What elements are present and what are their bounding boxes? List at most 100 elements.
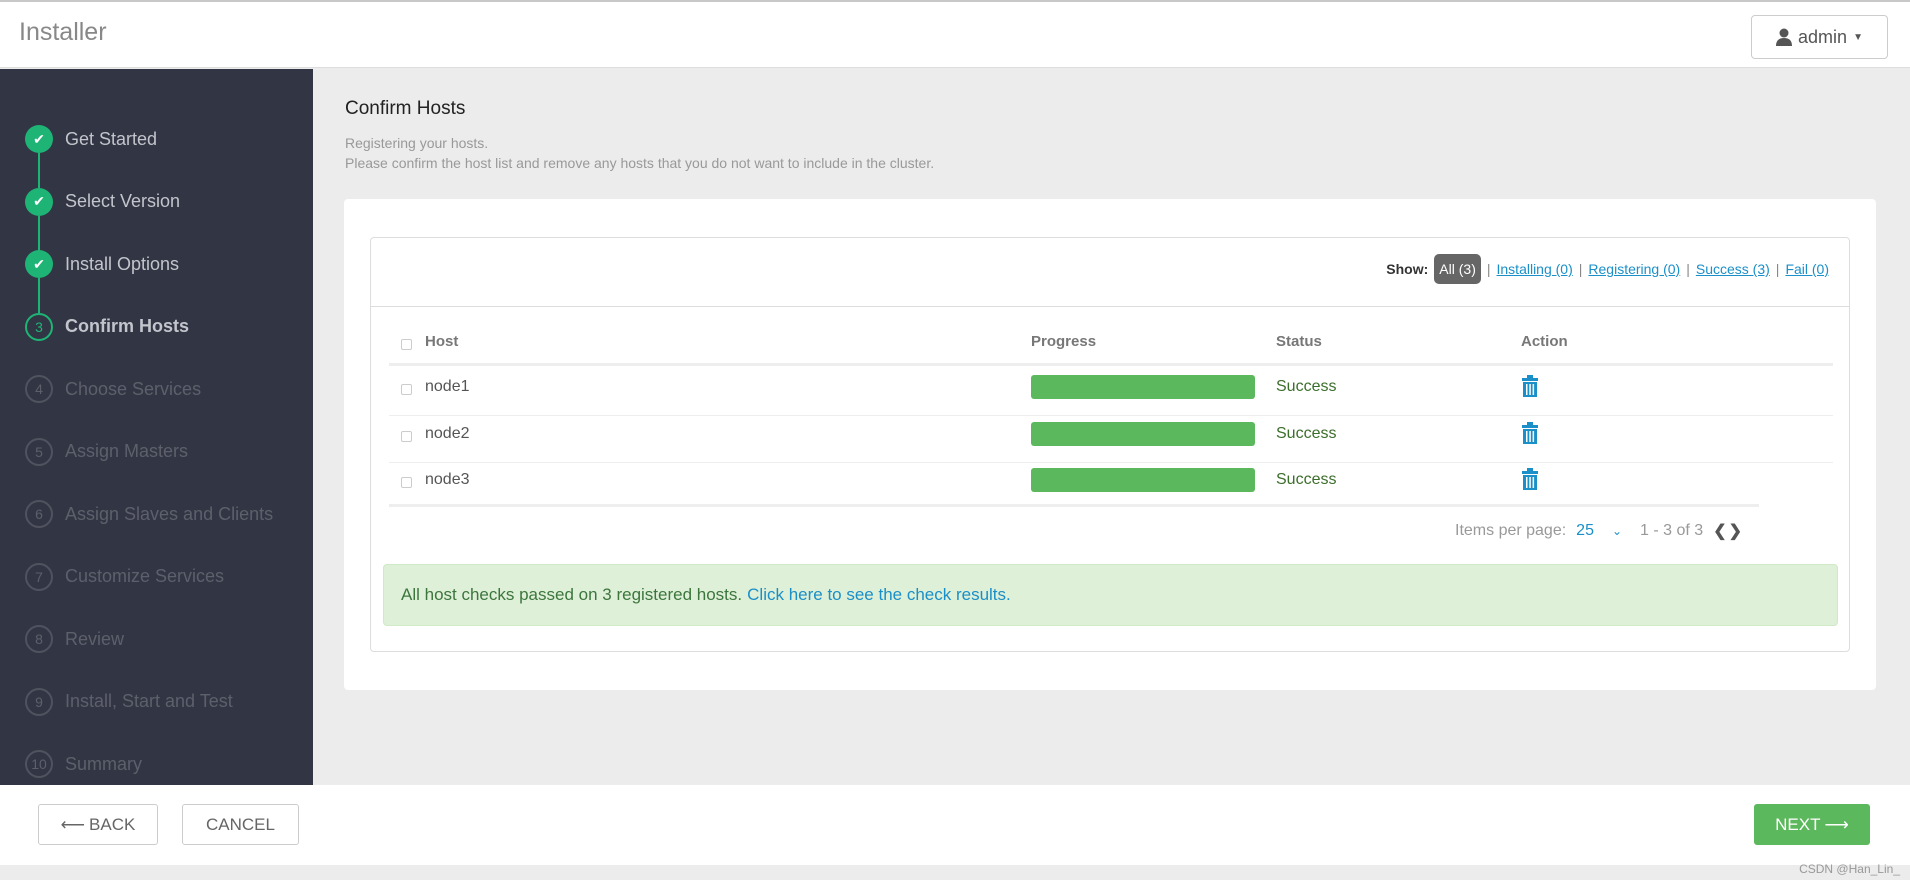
header-divider — [389, 363, 1833, 366]
user-name: admin — [1798, 26, 1848, 47]
chevron-down-icon[interactable]: ⌄ — [1612, 524, 1622, 538]
step-label: Assign Slaves and Clients — [65, 503, 274, 524]
page-title: Confirm Hosts — [345, 98, 466, 119]
wizard-step: 8 Review — [25, 625, 124, 653]
back-label: BACK — [89, 814, 136, 834]
host-name: node3 — [425, 471, 470, 488]
trash-icon[interactable] — [1521, 468, 1539, 490]
separator: | — [1578, 261, 1583, 277]
row-divider — [389, 461, 1833, 463]
step-number: 10 — [25, 750, 53, 778]
column-action: Action — [1521, 333, 1568, 350]
wizard-step[interactable]: ✔ Get Started — [25, 125, 157, 153]
filter-registering[interactable]: Registering (0) — [1588, 261, 1680, 277]
user-icon — [1776, 28, 1793, 46]
check-icon: ✔ — [25, 187, 53, 216]
wizard-step[interactable]: 3 Confirm Hosts — [25, 312, 190, 341]
wizard-step: 7 Customize Services — [25, 562, 225, 591]
step-number: 5 — [25, 437, 53, 466]
host-status: Success — [1276, 424, 1337, 442]
row-checkbox[interactable] — [401, 384, 412, 395]
wizard-step: 5 Assign Masters — [25, 437, 189, 466]
step-label: Install Options — [65, 253, 180, 274]
step-label: Install, Start and Test — [65, 691, 233, 711]
instructions: Please confirm the host list and remove … — [345, 155, 935, 171]
subtitle: Registering your hosts. — [345, 135, 489, 151]
wizard-step: 10 Summary — [25, 750, 142, 778]
check-icon: ✔ — [25, 125, 53, 153]
status-filter: Show: All (3) | Installing (0) | Registe… — [1386, 254, 1829, 284]
divider — [371, 306, 1849, 307]
step-label: Get Started — [65, 128, 158, 149]
next-button[interactable]: NEXT ⟶ — [1754, 804, 1870, 845]
step-label: Assign Masters — [65, 441, 189, 461]
prev-page-icon[interactable]: ❮ — [1713, 521, 1726, 541]
check-icon: ✔ — [25, 250, 53, 278]
step-number: 8 — [25, 625, 53, 653]
step-label: Review — [65, 628, 125, 649]
separator: | — [1486, 261, 1491, 277]
caret-down-icon: ▼ — [1853, 31, 1863, 43]
hosts-panel: Show: All (3) | Installing (0) | Registe… — [370, 237, 1850, 652]
row-checkbox[interactable] — [401, 477, 412, 488]
check-results-link[interactable]: Click here to see the check results. — [747, 585, 1011, 605]
wizard-step: 6 Assign Slaves and Clients — [25, 500, 273, 528]
step-number: 9 — [25, 687, 53, 716]
step-label: Select Version — [65, 191, 181, 211]
cancel-button[interactable]: CANCEL — [182, 804, 299, 845]
arrow-left-icon: ⟵ — [60, 814, 86, 834]
arrow-right-icon: ⟶ — [1824, 814, 1849, 834]
wizard-steps-sidebar: ✔ Get Started ✔ Select Version ✔ Install Opti… — [0, 69, 313, 785]
step-number: 7 — [25, 562, 53, 591]
step-label: Choose Services — [65, 378, 202, 399]
show-label: Show: — [1386, 261, 1429, 277]
progress-bar — [1031, 468, 1255, 492]
filter-installing[interactable]: Installing (0) — [1497, 261, 1573, 277]
step-label: Customize Services — [65, 566, 225, 586]
step-connector — [38, 215, 40, 251]
column-progress: Progress — [1031, 333, 1097, 350]
step-connector — [38, 278, 40, 313]
select-all-checkbox[interactable] — [401, 339, 412, 350]
trash-icon[interactable] — [1521, 421, 1539, 444]
host-name: node2 — [425, 424, 470, 442]
filter-fail[interactable]: Fail (0) — [1785, 261, 1829, 277]
progress-bar — [1031, 375, 1255, 399]
alert-text: All host checks passed on 3 registered h… — [401, 585, 743, 604]
step-connector — [38, 153, 40, 188]
row-divider — [389, 415, 1833, 416]
next-label: NEXT — [1775, 814, 1821, 834]
trash-icon[interactable] — [1521, 375, 1539, 397]
row-checkbox[interactable] — [401, 430, 412, 442]
column-status[interactable]: Status — [1276, 333, 1322, 350]
wizard-step[interactable]: ✔ Install Options — [25, 250, 179, 278]
filter-all[interactable]: All (3) — [1434, 254, 1481, 284]
progress-bar — [1031, 421, 1255, 446]
wizard-step[interactable]: ✔ Select Version — [25, 187, 181, 216]
hosts-card: Show: All (3) | Installing (0) | Registe… — [344, 199, 1876, 690]
pagination: Items per page: 25 ⌄ 1 - 3 of 3 ❮ ❯ — [1455, 521, 1742, 541]
step-number: 3 — [25, 312, 53, 341]
back-button[interactable]: ⟵ BACK — [38, 804, 158, 845]
host-check-alert: All host checks passed on 3 registered h… — [383, 564, 1838, 626]
watermark: CSDN @Han_Lin_ — [1799, 862, 1900, 876]
host-status: Success — [1276, 471, 1337, 488]
wizard-step: 4 Choose Services — [25, 375, 201, 403]
items-per-page-select[interactable]: 25 — [1576, 522, 1594, 540]
separator: | — [1686, 261, 1690, 277]
host-name: node1 — [425, 378, 470, 395]
next-page-icon[interactable]: ❯ — [1729, 521, 1742, 541]
items-per-page-label: Items per page: — [1455, 522, 1567, 539]
step-number: 4 — [25, 375, 53, 403]
step-label: Confirm Hosts — [65, 316, 190, 336]
user-menu-button[interactable]: admin ▼ — [1751, 15, 1888, 59]
wizard-step: 9 Install, Start and Test — [25, 687, 233, 716]
page-range: 1 - 3 of 3 — [1640, 522, 1704, 539]
step-label: Summary — [65, 753, 143, 774]
host-status: Success — [1276, 378, 1337, 395]
separator: | — [1775, 261, 1780, 277]
table-bottom — [389, 504, 1759, 507]
step-number: 6 — [25, 500, 53, 528]
filter-success[interactable]: Success (3) — [1696, 261, 1770, 277]
column-host[interactable]: Host — [425, 333, 458, 350]
